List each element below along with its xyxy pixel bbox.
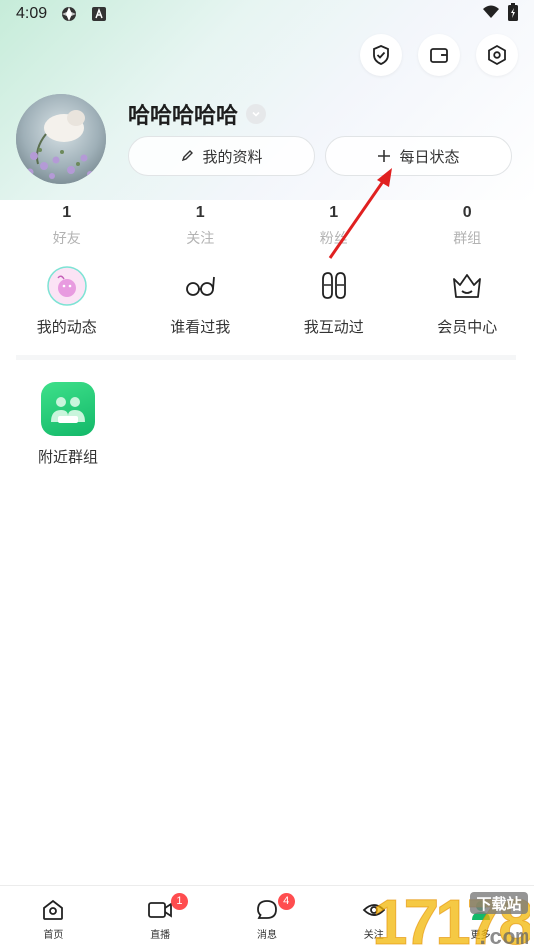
glasses-icon — [180, 266, 220, 306]
crown-icon — [447, 266, 487, 306]
nav-home[interactable]: 首页 — [0, 886, 107, 950]
wallet-icon — [430, 48, 448, 63]
stats-row: 1 好友 1 关注 1 粉丝 0 群组 — [0, 204, 534, 248]
section-divider — [16, 355, 516, 360]
profile-section: 哈哈哈哈哈 我的资料 每日状态 — [16, 94, 512, 190]
nearby-groups-entry[interactable]: 附近群组 — [28, 382, 108, 467]
settings-button[interactable] — [476, 34, 518, 76]
feature-label: 我互动过 — [303, 318, 364, 336]
video-camera-icon — [148, 902, 173, 918]
watermark-domain: .com — [476, 926, 529, 950]
feature-label: 会员中心 — [437, 318, 498, 336]
notification-badge: 1 — [170, 893, 188, 910]
stat-number: 1 — [329, 204, 339, 221]
notification-badge: 4 — [277, 893, 295, 910]
stat-label: 好友 — [52, 231, 81, 247]
nav-label: 消息 — [256, 930, 277, 941]
username-row[interactable]: 哈哈哈哈哈 — [128, 98, 267, 130]
site-watermark: 17178 下载站 .com — [300, 886, 534, 950]
stat-label: 粉丝 — [319, 231, 348, 247]
pencil-icon — [182, 150, 194, 162]
stat-friends[interactable]: 1 好友 — [0, 204, 134, 248]
feature-who-viewed-me[interactable]: 谁看过我 — [134, 266, 268, 337]
wifi-icon — [482, 5, 500, 23]
status-bar: 4:09 — [0, 0, 534, 28]
feature-label: 谁看过我 — [170, 318, 231, 336]
profile-buttons: 我的资料 每日状态 — [128, 136, 512, 176]
moments-avatar-icon — [47, 266, 87, 306]
stat-number: 1 — [62, 204, 72, 221]
aperture-icon — [61, 6, 77, 22]
nav-live[interactable]: 1 直播 — [107, 886, 214, 950]
stat-following[interactable]: 1 关注 — [134, 204, 268, 248]
feature-my-moments[interactable]: 我的动态 — [0, 266, 134, 337]
battery-icon — [508, 3, 518, 25]
feature-member-center[interactable]: 会员中心 — [401, 266, 534, 337]
watermark-text: 下载站 — [476, 895, 521, 913]
chevron-down-icon[interactable] — [246, 104, 267, 124]
shield-check-icon — [373, 45, 389, 65]
nearby-groups-label: 附近群组 — [37, 448, 98, 466]
nav-label: 直播 — [150, 930, 171, 941]
settings-hexagon-icon — [488, 44, 506, 66]
top-actions — [360, 34, 518, 76]
username: 哈哈哈哈哈 — [128, 104, 239, 129]
daily-status-label: 每日状态 — [399, 147, 460, 166]
stat-groups[interactable]: 0 群组 — [401, 204, 534, 248]
my-profile-label: 我的资料 — [202, 147, 263, 166]
features-row: 我的动态 谁看过我 我互动过 会员中心 — [0, 266, 534, 337]
wallet-button[interactable] — [418, 34, 460, 76]
app-a-icon — [91, 6, 107, 22]
home-icon — [43, 899, 64, 920]
nav-label: 首页 — [43, 930, 64, 941]
feature-label: 我的动态 — [36, 318, 97, 336]
stat-fans[interactable]: 1 粉丝 — [267, 204, 401, 248]
avatar[interactable] — [16, 94, 106, 184]
security-button[interactable] — [360, 34, 402, 76]
stat-number: 1 — [195, 204, 205, 221]
feature-i-interacted[interactable]: 我互动过 — [267, 266, 401, 337]
status-time: 4:09 — [16, 5, 48, 22]
chat-bubble-icon — [257, 900, 277, 919]
stat-label: 群组 — [453, 231, 482, 247]
my-profile-button[interactable]: 我的资料 — [128, 136, 315, 176]
daily-status-button[interactable]: 每日状态 — [325, 136, 512, 176]
stat-number: 0 — [462, 204, 472, 221]
stat-label: 关注 — [186, 231, 215, 247]
nearby-groups-icon — [41, 382, 95, 436]
footprints-icon — [314, 266, 354, 306]
plus-icon — [378, 150, 391, 162]
